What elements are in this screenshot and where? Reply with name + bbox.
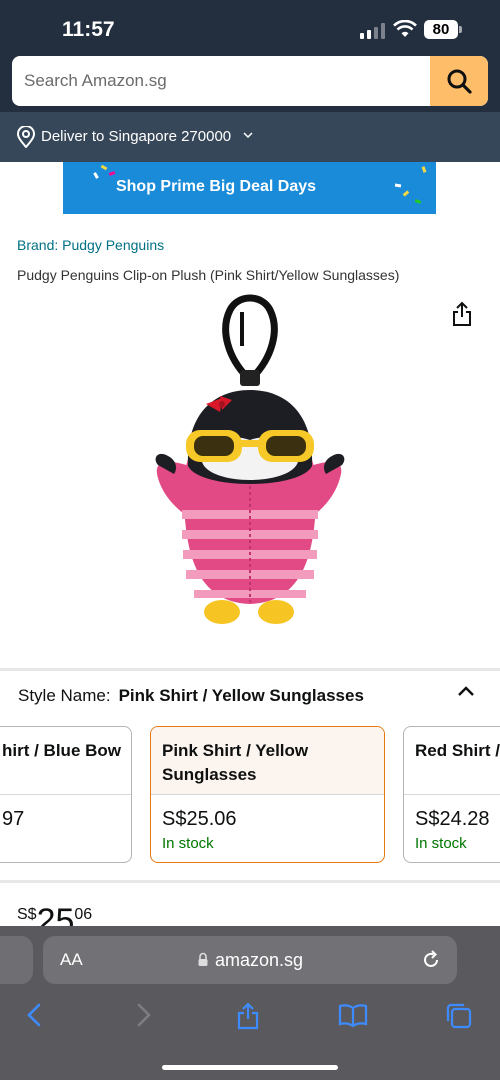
style-option-card-selected[interactable]: Pink Shirt / Yellow Sunglasses S$25.06 I…: [150, 726, 385, 863]
style-name-row: Style Name: Pink Shirt / Yellow Sunglasse…: [18, 686, 364, 706]
search-button[interactable]: [430, 56, 488, 106]
url-text: amazon.sg: [215, 950, 304, 970]
share-icon[interactable]: [235, 1002, 261, 1030]
chevron-down-icon: [243, 132, 253, 139]
confetti-decoration: [414, 199, 422, 204]
battery-indicator: 80: [424, 20, 458, 39]
status-bar: 11:57 80: [0, 0, 500, 56]
lock-icon: [198, 952, 208, 966]
style-option-price: S$25.06: [162, 808, 237, 830]
tabs-icon[interactable]: [445, 1002, 473, 1030]
style-option-card[interactable]: Red Shirt / S$24.28 In stock: [403, 726, 500, 863]
style-option-header: hirt / Blue Bow: [0, 727, 131, 795]
battery-tip: [459, 26, 462, 33]
style-option-header: Red Shirt /: [404, 727, 500, 795]
style-option-name: hirt / Blue Bow: [2, 741, 121, 760]
share-icon[interactable]: [450, 301, 474, 327]
delivery-location-text: Deliver to Singapore 270000: [41, 128, 232, 145]
style-option-price: S$24.28: [415, 808, 490, 830]
product-image[interactable]: [150, 290, 350, 630]
forward-icon[interactable]: [134, 1002, 154, 1028]
style-option-card[interactable]: hirt / Blue Bow 97: [0, 726, 132, 863]
confetti-decoration: [402, 190, 410, 197]
style-option-header: Pink Shirt / Yellow Sunglasses: [151, 727, 384, 795]
chevron-up-icon[interactable]: [456, 684, 476, 698]
section-divider: [0, 668, 500, 671]
confetti-decoration: [394, 183, 402, 188]
search-input[interactable]: [12, 56, 428, 106]
browser-toolbar: AA amazon.sg: [0, 926, 500, 1080]
section-divider: [0, 880, 500, 883]
location-pin-icon: [16, 126, 36, 148]
search-icon: [447, 69, 472, 94]
bookmarks-icon[interactable]: [338, 1002, 368, 1028]
brand-link[interactable]: Brand: Pudgy Penguins: [17, 237, 164, 253]
style-option-stock: In stock: [415, 835, 467, 852]
reader-aa-button[interactable]: AA: [60, 950, 83, 970]
style-option-stock: In stock: [162, 835, 214, 852]
style-name-value: Pink Shirt / Yellow Sunglasses: [118, 686, 364, 705]
banner-text: Shop Prime Big Deal Days: [115, 178, 317, 195]
confetti-decoration: [421, 166, 427, 173]
back-icon[interactable]: [24, 1002, 44, 1028]
style-name-label: Style Name:: [18, 686, 111, 705]
status-time: 11:57: [62, 18, 115, 41]
home-indicator: [162, 1065, 338, 1070]
amazon-header: 11:57 80 Deliver to Singapore 270000: [0, 0, 500, 162]
style-option-name: Pink Shirt / Yellow Sunglasses: [162, 741, 309, 784]
deliver-to-location[interactable]: Deliver to Singapore 270000: [0, 112, 500, 162]
confetti-decoration: [100, 164, 108, 171]
signal-icon: [360, 23, 386, 39]
style-option-name: Red Shirt /: [415, 741, 500, 760]
style-option-price: 97: [2, 808, 25, 830]
reload-icon[interactable]: [420, 949, 442, 971]
confetti-decoration: [108, 171, 116, 176]
product-title: Pudgy Penguins Clip-on Plush (Pink Shirt…: [17, 267, 400, 283]
previous-tab-preview[interactable]: [0, 936, 33, 984]
price-currency: S$: [17, 906, 37, 923]
address-bar[interactable]: AA amazon.sg: [43, 936, 457, 984]
prime-big-deal-days-banner[interactable]: Shop Prime Big Deal Days: [63, 162, 436, 214]
search-bar: [12, 56, 488, 106]
price-fraction: 06: [74, 906, 93, 923]
wifi-icon: [393, 20, 417, 37]
